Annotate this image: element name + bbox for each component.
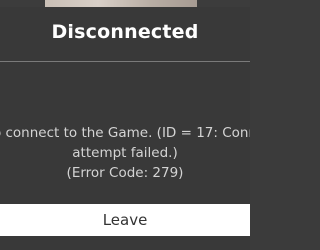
- error-message: o connect to the Game. (ID = 17: Conn at…: [0, 123, 250, 183]
- game-screen: Disconnected o connect to the Game. (ID …: [0, 0, 250, 250]
- error-code-line: (Error Code: 279): [66, 165, 184, 181]
- disconnect-dialog: Disconnected o connect to the Game. (ID …: [0, 7, 250, 250]
- dialog-title: Disconnected: [51, 21, 199, 43]
- background-image: [45, 0, 197, 7]
- error-message-line: o connect to the Game. (ID = 17: Conn: [0, 125, 250, 141]
- title-divider: [0, 61, 250, 62]
- error-message-line: attempt failed.): [72, 145, 178, 161]
- leave-button[interactable]: Leave: [0, 204, 250, 236]
